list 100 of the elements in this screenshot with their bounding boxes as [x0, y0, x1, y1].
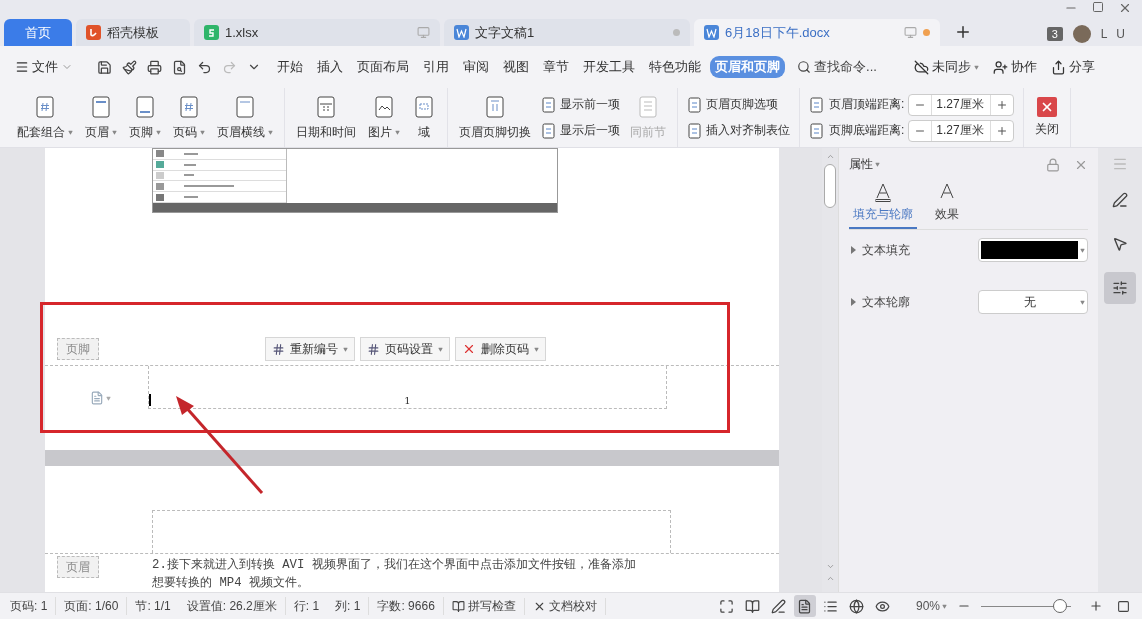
status-text: 列: 1 [327, 597, 370, 615]
new-tab-button[interactable] [954, 23, 972, 41]
unsaved-dot [673, 29, 680, 36]
renumber-icon [272, 342, 285, 356]
print-icon[interactable] [147, 59, 162, 75]
status-text: 设置值: 26.2厘米 [178, 597, 286, 615]
tab-count-badge: 3 [1046, 27, 1063, 41]
next-item-icon [541, 121, 557, 140]
drag-handle-icon [1112, 156, 1128, 172]
panel-title[interactable]: 属性 [849, 156, 880, 173]
toolbar-action[interactable]: 分享 [1045, 56, 1100, 78]
ribbon-button[interactable]: 图片 [363, 92, 405, 143]
ribbon-button[interactable]: 页码 [168, 92, 210, 143]
ribbon-tab[interactable]: 插入 [312, 56, 349, 78]
select-dropdown[interactable]: 无 [978, 290, 1088, 314]
ribbon-tab[interactable]: 章节 [538, 56, 575, 78]
status-text: 行: 1 [292, 598, 321, 615]
ribbon-button[interactable]: 域 [407, 92, 441, 143]
footer-label: 页脚 [57, 338, 99, 360]
share-icon [1050, 59, 1066, 75]
maximize-icon[interactable] [1092, 1, 1104, 13]
field-label: 页眉顶端距离: [829, 96, 905, 113]
document-tab[interactable]: 首页 [4, 19, 72, 46]
spin-field[interactable]: 1.27厘米 [908, 119, 1015, 142]
ribbon-tab[interactable]: 开始 [272, 56, 309, 78]
ribbon-tab[interactable]: 页面布局 [352, 56, 415, 78]
switch-page-icon [483, 94, 507, 120]
property-label[interactable]: 文本填充 [851, 241, 972, 259]
ribbon-button[interactable]: 日期和时间 [291, 92, 361, 143]
property-label[interactable]: 文本轮廓 [851, 293, 972, 311]
save-icon[interactable] [97, 59, 112, 75]
command-search[interactable]: 查找命令... [797, 58, 877, 76]
ribbon-tab[interactable]: 视图 [498, 56, 535, 78]
caret-icon [112, 130, 117, 135]
hash-page-icon [33, 94, 57, 120]
footer-button[interactable]: 删除页码 [455, 337, 546, 361]
pen-icon [1112, 192, 1128, 208]
caret-icon [156, 130, 161, 135]
scroll-thumb[interactable] [824, 164, 836, 208]
ribbon-button[interactable]: 显示前一项 [541, 95, 620, 114]
view-button[interactable] [793, 595, 816, 617]
footer-button[interactable]: 页码设置 [360, 337, 450, 361]
caret-icon [942, 603, 947, 609]
page-view-icon [797, 598, 813, 614]
caret-icon [1080, 299, 1085, 305]
plus-icon [996, 124, 1009, 137]
eye-icon [875, 598, 891, 614]
ribbon-tab[interactable]: 开发工具 [578, 56, 641, 78]
header-page-icon [89, 94, 113, 120]
image-icon [372, 94, 396, 120]
text-fill-icon [873, 181, 893, 203]
ribbon-button[interactable]: 页眉页脚切换 [454, 92, 536, 143]
print-preview-icon[interactable] [172, 59, 187, 75]
status-button[interactable]: 文档校对 [524, 597, 606, 615]
panel-tab[interactable]: 效果 [931, 181, 963, 229]
ribbon-button[interactable]: 页眉 [80, 92, 122, 143]
footer-page-icon [133, 94, 157, 120]
caret-icon [875, 162, 880, 167]
spellcheck-icon [451, 599, 465, 613]
toolbar-action[interactable]: 协作 [987, 56, 1042, 78]
ribbon-button[interactable]: 页眉横线 [212, 92, 278, 143]
document-tab[interactable]: 6月18日下午.docx [694, 19, 940, 46]
status-text: 节: 1/1 [134, 598, 172, 615]
ribbon-button[interactable]: 插入对齐制表位 [687, 121, 790, 140]
page-number: 1 [404, 395, 411, 408]
spin-field[interactable]: 1.27厘米 [908, 93, 1015, 116]
panel-tab[interactable]: 填充与轮廓 [849, 181, 917, 229]
monitor-icon [417, 26, 430, 39]
avatar [1072, 25, 1091, 43]
status-button[interactable]: 拼写检查 [443, 597, 525, 615]
same-section-icon [636, 94, 660, 120]
ribbon-tab[interactable]: 审阅 [458, 56, 495, 78]
slider-thumb[interactable] [1053, 598, 1068, 613]
side-tool[interactable] [1104, 272, 1136, 304]
page-options-icon [687, 95, 703, 114]
undo-icon[interactable] [197, 59, 212, 75]
file-menu[interactable]: 文件 [10, 56, 78, 78]
footer-button[interactable]: 重新编号 [265, 337, 355, 361]
document-tab[interactable]: 1.xlsx [194, 19, 440, 46]
toolbar-action[interactable]: 未同步 [908, 56, 984, 78]
document-tab[interactable]: 文字文稿1 [444, 19, 690, 46]
document-tab[interactable]: 稻壳模板 [76, 19, 190, 46]
writer-doc-icon [454, 25, 469, 40]
ribbon-button[interactable]: 配套组合 [12, 92, 78, 143]
close-button[interactable]: 关闭 [1030, 95, 1065, 140]
ribbon-tab[interactable]: 引用 [418, 56, 455, 78]
ribbon-button[interactable]: 显示后一项 [541, 121, 620, 140]
caret-icon [268, 130, 273, 135]
book-icon [745, 598, 761, 614]
format-painter-icon[interactable] [122, 59, 137, 75]
color-dropdown[interactable] [978, 238, 1088, 262]
page-setup-icon [367, 342, 380, 356]
zoom-dropdown[interactable]: 90% [915, 599, 947, 613]
ribbon-tab[interactable]: 特色功能 [644, 56, 707, 78]
ribbon-button[interactable]: 页脚 [124, 92, 166, 143]
fit-icon[interactable] [1117, 599, 1130, 613]
tab-stop-icon [687, 121, 703, 140]
close-icon[interactable] [1118, 1, 1132, 15]
ribbon-button[interactable]: 页眉页脚选项 [687, 95, 790, 114]
zoom-in-icon[interactable] [1089, 599, 1103, 613]
